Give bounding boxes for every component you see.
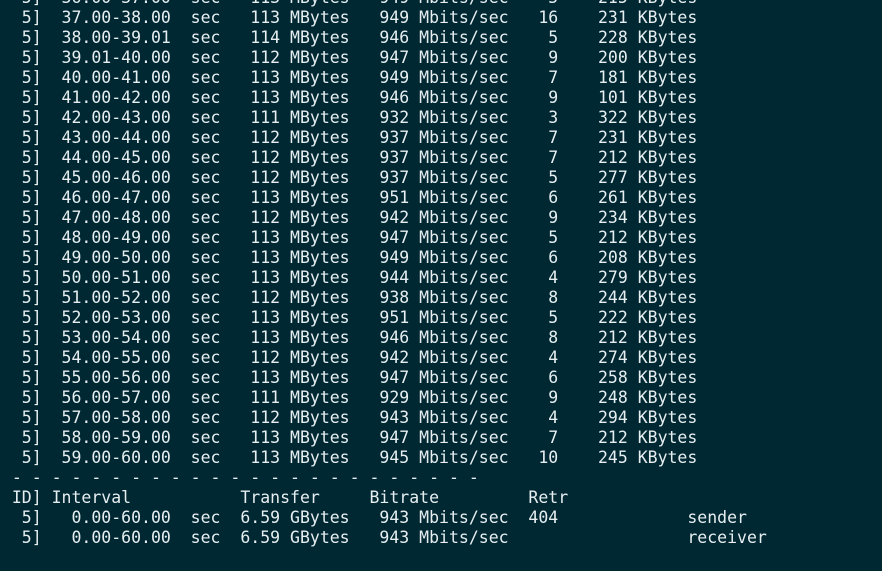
summary-sender-line: [ 5] 0.00-60.00 sec 6.59 GBytes 943 Mbit… — [0, 508, 747, 527]
interval-line: [ 5] 54.00-55.00 sec 112 MBytes 942 Mbit… — [0, 348, 698, 367]
interval-line: [ 5] 41.00-42.00 sec 113 MBytes 946 Mbit… — [0, 88, 698, 107]
interval-line: [ 5] 49.00-50.00 sec 113 MBytes 949 Mbit… — [0, 248, 698, 267]
interval-line: [ 5] 36.00-37.00 sec 113 MBytes 949 Mbit… — [0, 0, 767, 8]
interval-line: [ 5] 59.00-60.00 sec 113 MBytes 945 Mbit… — [0, 448, 698, 467]
interval-line: [ 5] 52.00-53.00 sec 113 MBytes 951 Mbit… — [0, 308, 698, 327]
interval-line: [ 5] 48.00-49.00 sec 113 MBytes 947 Mbit… — [0, 228, 698, 247]
interval-line: [ 5] 39.01-40.00 sec 112 MBytes 947 Mbit… — [0, 48, 698, 67]
interval-line: [ 5] 57.00-58.00 sec 112 MBytes 943 Mbit… — [0, 408, 698, 427]
interval-line: [ 5] 45.00-46.00 sec 112 MBytes 937 Mbit… — [0, 168, 698, 187]
interval-line: [ 5] 38.00-39.01 sec 114 MBytes 946 Mbit… — [0, 28, 698, 47]
summary-header: [ ID] Interval Transfer Bitrate Retr — [0, 488, 569, 507]
interval-line: [ 5] 44.00-45.00 sec 112 MBytes 937 Mbit… — [0, 148, 698, 167]
interval-line: [ 5] 55.00-56.00 sec 113 MBytes 947 Mbit… — [0, 368, 698, 387]
summary-receiver-line: [ 5] 0.00-60.00 sec 6.59 GBytes 943 Mbit… — [0, 528, 767, 547]
terminal-window[interactable]: [ 5] 36.00-37.00 sec 113 MBytes 949 Mbit… — [0, 0, 882, 571]
interval-line: [ 5] 58.00-59.00 sec 113 MBytes 947 Mbit… — [0, 428, 698, 447]
interval-line: [ 5] 40.00-41.00 sec 113 MBytes 949 Mbit… — [0, 68, 698, 87]
interval-line: [ 5] 42.00-43.00 sec 111 MBytes 932 Mbit… — [0, 108, 698, 127]
interval-line: [ 5] 37.00-38.00 sec 113 MBytes 949 Mbit… — [0, 8, 698, 27]
interval-line: [ 5] 56.00-57.00 sec 111 MBytes 929 Mbit… — [0, 388, 698, 407]
interval-line: [ 5] 53.00-54.00 sec 113 MBytes 946 Mbit… — [0, 328, 698, 347]
interval-line: [ 5] 43.00-44.00 sec 112 MBytes 937 Mbit… — [0, 128, 698, 147]
interval-line: [ 5] 51.00-52.00 sec 112 MBytes 938 Mbit… — [0, 288, 698, 307]
interval-line: [ 5] 50.00-51.00 sec 113 MBytes 944 Mbit… — [0, 268, 698, 287]
interval-line: [ 5] 46.00-47.00 sec 113 MBytes 951 Mbit… — [0, 188, 698, 207]
summary-separator: - - - - - - - - - - - - - - - - - - - - … — [0, 468, 479, 487]
interval-line: [ 5] 47.00-48.00 sec 112 MBytes 942 Mbit… — [0, 208, 698, 227]
interval-report: [ 5] 36.00-37.00 sec 113 MBytes 949 Mbit… — [0, 0, 767, 468]
terminal-output: [ 5] 36.00-37.00 sec 113 MBytes 949 Mbit… — [0, 0, 767, 548]
